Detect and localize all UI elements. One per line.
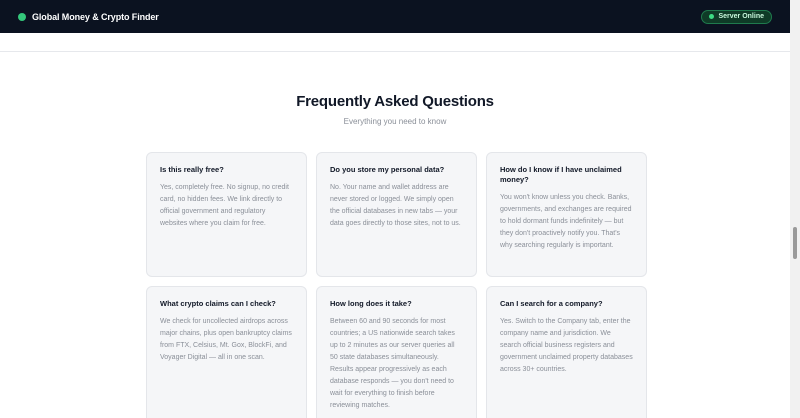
faq-answer: Between 60 and 90 seconds for most count… — [330, 318, 455, 409]
faq-answer: Yes. Switch to the Company tab, enter th… — [500, 318, 633, 373]
faq-question: How long does it take? — [330, 299, 412, 308]
brand[interactable]: Global Money & Crypto Finder — [18, 12, 159, 22]
faq-card-personal-data: Do you store my personal data? No. Your … — [316, 152, 477, 277]
status-dot-icon — [709, 14, 715, 19]
scrollbar-thumb[interactable] — [793, 227, 797, 259]
faq-card-unclaimed-money: How do I know if I have unclaimed money?… — [486, 152, 647, 277]
top-header: Global Money & Crypto Finder Server Onli… — [0, 0, 790, 33]
faq-question: How do I know if I have unclaimed money? — [500, 165, 622, 184]
faq-card-company-search: Can I search for a company? Yes. Switch … — [486, 286, 647, 418]
faq-answer: Yes, completely free. No signup, no cred… — [160, 184, 289, 227]
faq-answer: You won't know unless you check. Banks, … — [500, 194, 632, 249]
server-status-label: Server Online — [718, 13, 764, 20]
faq-answer: No. Your name and wallet address are nev… — [330, 184, 461, 227]
faq-card-free: Is this really free? Yes, completely fre… — [146, 152, 307, 277]
faq-question: Is this really free? — [160, 165, 224, 174]
faq-question: What crypto claims can I check? — [160, 299, 276, 308]
faq-grid: Is this really free? Yes, completely fre… — [146, 152, 647, 418]
section-divider — [0, 51, 790, 52]
faq-subtitle: Everything you need to know — [343, 117, 447, 126]
logo-icon — [18, 12, 26, 21]
faq-card-duration: How long does it take? Between 60 and 90… — [316, 286, 477, 418]
faq-question: Can I search for a company? — [500, 299, 603, 308]
faq-title: Frequently Asked Questions — [296, 93, 494, 110]
app-title: Global Money & Crypto Finder — [32, 11, 159, 22]
faq-answer: We check for uncollected airdrops across… — [160, 318, 292, 361]
server-status-badge: Server Online — [701, 9, 772, 24]
faq-question: Do you store my personal data? — [330, 165, 445, 174]
faq-card-crypto-claims: What crypto claims can I check? We check… — [146, 286, 307, 418]
scrollbar-track[interactable] — [790, 0, 800, 418]
